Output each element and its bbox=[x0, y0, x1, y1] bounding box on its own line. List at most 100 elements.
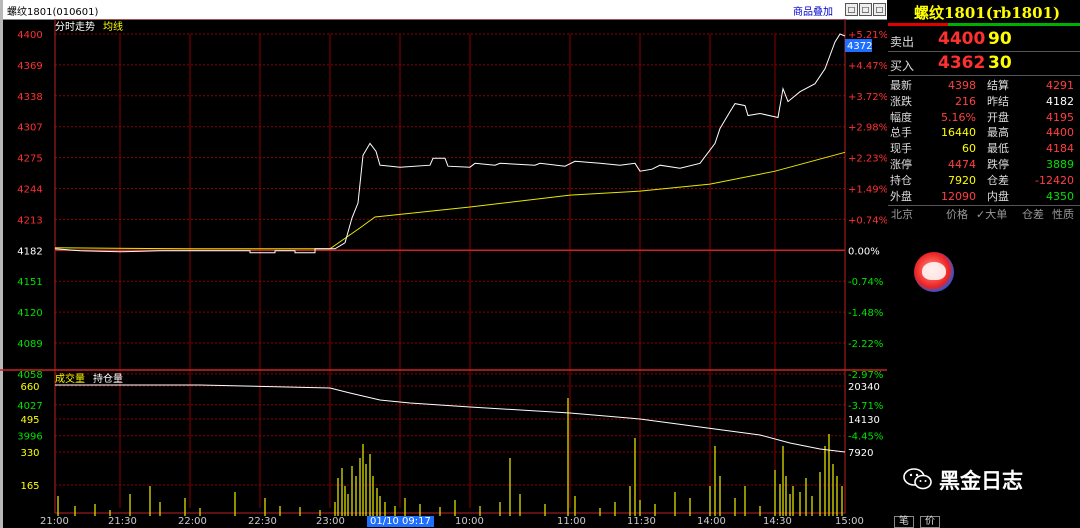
quote-value: 12090 bbox=[941, 189, 976, 203]
close-button[interactable]: □ bbox=[873, 3, 886, 16]
price-tick-label: 4307 bbox=[17, 123, 42, 134]
intraday-price-line bbox=[54, 33, 846, 254]
ask-price: 4400 bbox=[938, 29, 986, 49]
time-tick-label: 22:30 bbox=[248, 516, 277, 527]
legend-volume: 成交量 bbox=[55, 372, 85, 385]
percent-tick-label: +1.49% bbox=[848, 185, 887, 196]
price-tick-label: 4089 bbox=[17, 339, 42, 350]
time-tick-label: 21:00 bbox=[40, 516, 69, 527]
quote-value: 4474 bbox=[948, 158, 976, 171]
watermark-text: 黑金日志 bbox=[939, 469, 1023, 493]
quote-label: 昨结 bbox=[987, 94, 1009, 108]
time-tick-label: 14:00 bbox=[697, 516, 726, 527]
percent-tick-label: +4.47% bbox=[848, 61, 887, 72]
instrument-title: 螺纹1801(010601) bbox=[7, 7, 99, 18]
quote-label: 涨跌 bbox=[890, 94, 912, 108]
volume-grid: 660 495 330 165 20340 14130 7920 bbox=[20, 382, 879, 492]
price-tick-label: 4151 bbox=[17, 277, 42, 288]
price-tick-label: 4244 bbox=[17, 185, 42, 196]
percent-tick-label: +0.74% bbox=[848, 215, 887, 226]
percent-tick-label: +3.72% bbox=[848, 92, 887, 103]
time-tick-label: 14:30 bbox=[763, 516, 792, 527]
time-tick-label: 15:00 bbox=[835, 516, 864, 527]
time-tick-label: 11:30 bbox=[627, 516, 656, 527]
tab-price[interactable]: 价 bbox=[920, 516, 940, 528]
quote-value: 4350 bbox=[1046, 189, 1074, 203]
tick-col-city: 北京 bbox=[891, 208, 913, 221]
quote-value: 4182 bbox=[1046, 94, 1074, 108]
quote-label: 跌停 bbox=[987, 158, 1009, 171]
chart-title-bar: 螺纹1801(010601) 商品叠加 □ □ □ bbox=[3, 0, 887, 20]
price-tick-label: 4182 bbox=[17, 246, 42, 257]
volume-tick-label: 660 bbox=[20, 382, 39, 393]
quote-label: 最低 bbox=[987, 142, 1009, 156]
quote-label: 幅度 bbox=[890, 110, 912, 124]
restore-button[interactable]: □ bbox=[845, 3, 858, 16]
quote-value: 4291 bbox=[1046, 79, 1074, 92]
bid-price: 4362 bbox=[938, 53, 986, 73]
wechat-icon bbox=[903, 468, 932, 490]
quote-value: 4195 bbox=[1046, 110, 1074, 124]
price-axis-left: 4400 4369 4338 4307 4275 4244 4213 4182 4151 4120… bbox=[17, 30, 42, 443]
time-tick-label: 23:00 bbox=[316, 516, 345, 527]
open-interest-line bbox=[55, 384, 846, 453]
price-tick-label: 4213 bbox=[17, 215, 42, 226]
price-tick-label: 4369 bbox=[17, 61, 42, 72]
tick-col-oi-change: 仓差 bbox=[1022, 208, 1044, 221]
volume-bars bbox=[57, 398, 843, 516]
quote-value: 7920 bbox=[948, 173, 976, 187]
quote-value: -12420 bbox=[1035, 173, 1074, 187]
time-tick-label: 21:30 bbox=[108, 516, 137, 527]
quote-value: 60 bbox=[962, 142, 976, 156]
quote-label: 最新 bbox=[890, 79, 912, 92]
ask-label: 卖出 bbox=[890, 35, 915, 49]
quote-label: 现手 bbox=[890, 142, 912, 156]
volume-tick-label: 165 bbox=[20, 481, 39, 492]
quote-label: 持仓 bbox=[890, 173, 912, 187]
bid-volume: 30 bbox=[988, 53, 1012, 73]
tick-col-bigorder: ✓大单 bbox=[976, 208, 1008, 221]
divider bbox=[888, 51, 1080, 52]
volume-tick-label: 330 bbox=[20, 448, 39, 459]
ask-row: 卖出 4400 90 bbox=[888, 29, 1080, 51]
price-tick-label: 4338 bbox=[17, 92, 42, 103]
legend-average: 均线 bbox=[103, 20, 123, 33]
percent-tick-label: -2.97% bbox=[848, 370, 883, 381]
legend-open-interest: 持仓量 bbox=[93, 372, 123, 385]
overlay-commodity-link[interactable]: 商品叠加 bbox=[793, 3, 833, 18]
price-axis-right: +5.21%+4.47%+3.72%+2.98%+2.23%+1.49%+0.7… bbox=[848, 30, 887, 443]
time-axis: 21:00 21:30 22:00 22:30 23:00 01/10 09:17 10:0… bbox=[0, 516, 887, 528]
tick-col-nature: 性质 bbox=[1052, 208, 1074, 221]
quote-value: 3889 bbox=[1046, 158, 1074, 171]
time-tick-label: 10:00 bbox=[455, 516, 484, 527]
percent-tick-label: -3.71% bbox=[848, 401, 883, 412]
percent-tick-label: -2.22% bbox=[848, 339, 883, 350]
quote-label: 内盘 bbox=[987, 189, 1009, 203]
avatar-icon bbox=[914, 252, 954, 292]
divider bbox=[888, 75, 1080, 76]
quote-label: 最高 bbox=[987, 126, 1009, 140]
divider bbox=[888, 205, 1080, 206]
percent-tick-label: -4.45% bbox=[848, 432, 883, 443]
percent-tick-label: -1.48% bbox=[848, 308, 883, 319]
tab-ticks[interactable]: 笔 bbox=[894, 516, 914, 528]
quote-value: 5.16% bbox=[941, 110, 976, 124]
price-tick-label: 4400 bbox=[17, 30, 42, 41]
percent-tick-label: +2.98% bbox=[848, 123, 887, 134]
maximize-button[interactable]: □ bbox=[859, 3, 872, 16]
quote-value: 216 bbox=[955, 94, 976, 108]
quote-value: 4398 bbox=[948, 79, 976, 92]
price-tick-label: 4120 bbox=[17, 308, 42, 319]
time-tick-label: 11:00 bbox=[557, 516, 586, 527]
quote-label: 仓差 bbox=[987, 173, 1009, 187]
legend-intraday: 分时走势 bbox=[55, 20, 95, 33]
price-tick-label: 4275 bbox=[17, 154, 42, 165]
open-interest-tick-label: 14130 bbox=[848, 415, 880, 426]
intraday-chart[interactable]: 4400 4369 4338 4307 4275 4244 4213 4182 4151 4120… bbox=[0, 19, 887, 516]
price-grid bbox=[0, 19, 887, 514]
time-tick-label: 22:00 bbox=[178, 516, 207, 527]
tick-col-price: 价格 bbox=[946, 208, 968, 221]
open-interest-tick-label: 20340 bbox=[848, 382, 880, 393]
quote-label: 涨停 bbox=[890, 158, 912, 171]
percent-tick-label: 0.00% bbox=[848, 246, 880, 257]
